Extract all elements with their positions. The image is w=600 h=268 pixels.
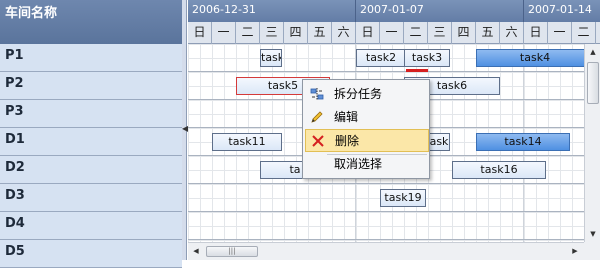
row-label-d1[interactable]: D1	[0, 128, 182, 156]
day-cell: 五	[308, 22, 332, 44]
workshop-column-header: 车间名称	[0, 0, 182, 44]
day-cell: 六	[332, 22, 356, 44]
task-bar[interactable]: ask	[428, 133, 450, 151]
week-divider	[355, 0, 356, 22]
pencil-icon	[311, 111, 323, 123]
day-cell: 三	[260, 22, 284, 44]
menu-item-label: 取消选择	[334, 157, 383, 171]
scroll-left-arrow-icon[interactable]: ◀	[188, 243, 204, 260]
vertical-scroll-thumb[interactable]	[587, 62, 599, 104]
row-gridline	[188, 239, 584, 240]
vertical-scrollbar[interactable]: ▲ ▼	[584, 44, 600, 242]
day-cell: 一	[380, 22, 404, 44]
menu-item-edit[interactable]: 编辑	[305, 106, 429, 129]
scroll-up-arrow-icon[interactable]: ▲	[585, 44, 600, 60]
week-header-row: 2006-12-31 2007-01-07 2007-01-14	[188, 0, 600, 22]
menu-item-label: 编辑	[334, 110, 359, 124]
row-label-d4[interactable]: D4	[0, 212, 182, 240]
scroll-down-arrow-icon[interactable]: ▼	[585, 226, 600, 242]
menu-item-split-task[interactable]: 拆分任务	[305, 83, 429, 106]
day-cell: 二	[572, 22, 596, 44]
task-bar[interactable]: task2	[356, 49, 406, 67]
task-bar[interactable]: task11	[212, 133, 282, 151]
task-bar[interactable]: task4	[476, 49, 584, 67]
week-label: 2006-12-31	[192, 3, 256, 16]
day-cell: 二	[236, 22, 260, 44]
day-cell: 日	[188, 22, 212, 44]
week-label: 2007-01-14	[528, 3, 592, 16]
day-cell: 一	[212, 22, 236, 44]
day-cell: 四	[452, 22, 476, 44]
day-cell: 五	[476, 22, 500, 44]
conflict-marker	[406, 69, 428, 72]
row-label-d5[interactable]: D5	[0, 240, 182, 268]
menu-item-deselect[interactable]: 取消选择	[305, 153, 429, 176]
panel-splitter[interactable]: ◀	[182, 0, 188, 260]
day-cell: 三	[428, 22, 452, 44]
horizontal-scrollbar[interactable]: ◀ ||| ▶	[188, 242, 584, 260]
row-label-d2[interactable]: D2	[0, 156, 182, 184]
task-bar[interactable]: task	[260, 49, 282, 67]
row-label-p3[interactable]: P3	[0, 100, 182, 128]
row-label-p1[interactable]: P1	[0, 44, 182, 72]
collapse-left-arrow-icon[interactable]: ◀	[182, 124, 188, 134]
row-gridline	[188, 211, 584, 212]
workshop-column-title: 车间名称	[5, 6, 58, 21]
day-cell: 二	[404, 22, 428, 44]
scrollbar-corner	[584, 242, 600, 260]
split-task-icon	[310, 88, 324, 100]
task-bar[interactable]: task14	[476, 133, 570, 151]
menu-item-label: 拆分任务	[334, 87, 383, 101]
week-label: 2007-01-07	[360, 3, 424, 16]
horizontal-scroll-thumb[interactable]: |||	[206, 246, 258, 257]
day-cell: 日	[524, 22, 548, 44]
workshop-list-panel: 车间名称 P1 P2 P3 D1 D2 D3 D4 D5	[0, 0, 182, 268]
week-divider	[523, 0, 524, 22]
scroll-right-arrow-icon[interactable]: ▶	[567, 243, 583, 260]
day-cell: 日	[356, 22, 380, 44]
day-header-row: 日 一 二 三 四 五 六 日 一 二 三 四 五 六 日 一 二	[188, 22, 600, 44]
task-bar[interactable]: task3	[404, 49, 450, 67]
task-bar[interactable]: task16	[452, 161, 546, 179]
delete-x-icon	[312, 135, 324, 147]
row-label-p2[interactable]: P2	[0, 72, 182, 100]
day-cell: 一	[548, 22, 572, 44]
row-gridline	[188, 183, 584, 184]
row-gridline	[188, 71, 584, 72]
row-label-d3[interactable]: D3	[0, 184, 182, 212]
day-cell: 六	[500, 22, 524, 44]
menu-item-delete[interactable]: 删除	[305, 129, 429, 152]
day-cell: 四	[284, 22, 308, 44]
menu-item-label: 删除	[335, 134, 360, 148]
task-bar[interactable]: task19	[380, 189, 426, 207]
context-menu: 拆分任务 编辑 删除 取消选择	[302, 79, 430, 179]
